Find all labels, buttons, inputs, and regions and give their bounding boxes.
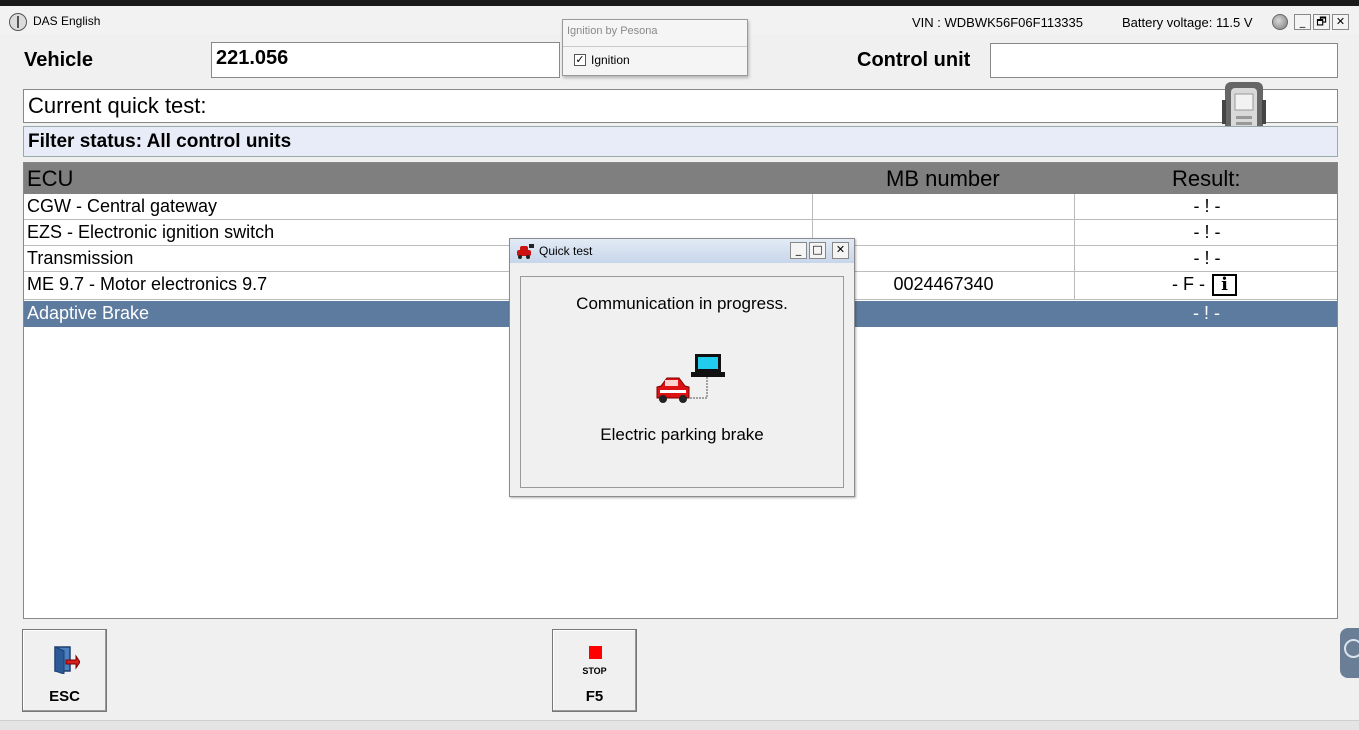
stop-f5-button[interactable]: STOP F5	[552, 629, 637, 712]
battery-gauge-icon	[1272, 14, 1288, 30]
filter-status-bar: Filter status: All control units	[23, 126, 1338, 157]
ignition-checkbox-label[interactable]: Ignition	[591, 53, 630, 67]
bottom-border-strip	[0, 720, 1359, 730]
ecu-cell: CGW - Central gateway	[27, 196, 218, 216]
result-cell: - ! -	[1074, 194, 1337, 219]
result-cell: - ! -	[1193, 303, 1220, 323]
car-laptop-communication-icon	[656, 354, 725, 403]
popup-divider	[563, 46, 747, 47]
control-unit-label: Control unit	[857, 49, 971, 71]
battery-voltage-readout: Battery voltage: 11.5 V	[1122, 15, 1253, 30]
current-quick-test-field: Current quick test:	[23, 89, 1338, 123]
dialog-close-button[interactable]: ✕	[832, 242, 849, 259]
side-panel-tab-icon[interactable]	[1340, 628, 1359, 678]
stop-icon	[589, 646, 602, 659]
app-logo-icon	[9, 13, 27, 31]
vin-readout: VIN : WDBWK56F06F113335	[912, 15, 1083, 30]
window-minimize-button[interactable]: _	[1294, 14, 1311, 30]
dialog-subtext: Electric parking brake	[600, 425, 764, 444]
car-diagnostic-icon	[517, 244, 534, 259]
dialog-minimize-button[interactable]: _	[790, 242, 807, 259]
info-icon[interactable]: i	[1212, 274, 1237, 296]
ignition-popup-title: Ignition by Pesona	[567, 25, 658, 37]
table-row[interactable]: CGW - Central gateway - ! -	[24, 194, 1337, 220]
mb-number-cell	[812, 194, 1074, 219]
esc-button-label: ESC	[49, 688, 80, 705]
ignition-popup: Ignition by Pesona ✓ Ignition	[562, 19, 748, 76]
window-close-button[interactable]: ✕	[1332, 14, 1349, 30]
vehicle-label: Vehicle	[24, 49, 93, 71]
dialog-body: Communication in progress. Electric park…	[520, 276, 844, 488]
column-header-result[interactable]: Result:	[1172, 166, 1240, 192]
exit-door-icon	[54, 646, 80, 674]
vehicle-field: 221.056	[211, 42, 560, 78]
result-cell: - ! -	[1074, 246, 1337, 271]
app-title: DAS English	[33, 14, 101, 28]
quick-test-dialog: Quick test _ □ ✕ Communication in progre…	[509, 238, 855, 497]
dialog-maximize-button[interactable]: □	[809, 242, 826, 259]
ignition-checkbox[interactable]: ✓	[574, 54, 586, 66]
esc-button[interactable]: ESC	[22, 629, 107, 712]
dialog-message: Communication in progress.	[576, 294, 788, 313]
result-cell: - ! -	[1074, 220, 1337, 245]
dialog-title-bar[interactable]: Quick test _ □ ✕	[510, 239, 854, 263]
result-cell: - F -	[1074, 272, 1337, 299]
stop-icon-text: STOP	[582, 666, 607, 676]
control-unit-field	[990, 43, 1338, 78]
column-header-ecu[interactable]: ECU	[27, 166, 73, 192]
table-header: ECU MB number Result:	[24, 163, 1337, 194]
dialog-title: Quick test	[539, 244, 593, 258]
column-header-mb-number[interactable]: MB number	[886, 166, 1000, 192]
stop-button-label: F5	[585, 688, 604, 705]
window-restore-button[interactable]: 🗗	[1313, 14, 1330, 30]
